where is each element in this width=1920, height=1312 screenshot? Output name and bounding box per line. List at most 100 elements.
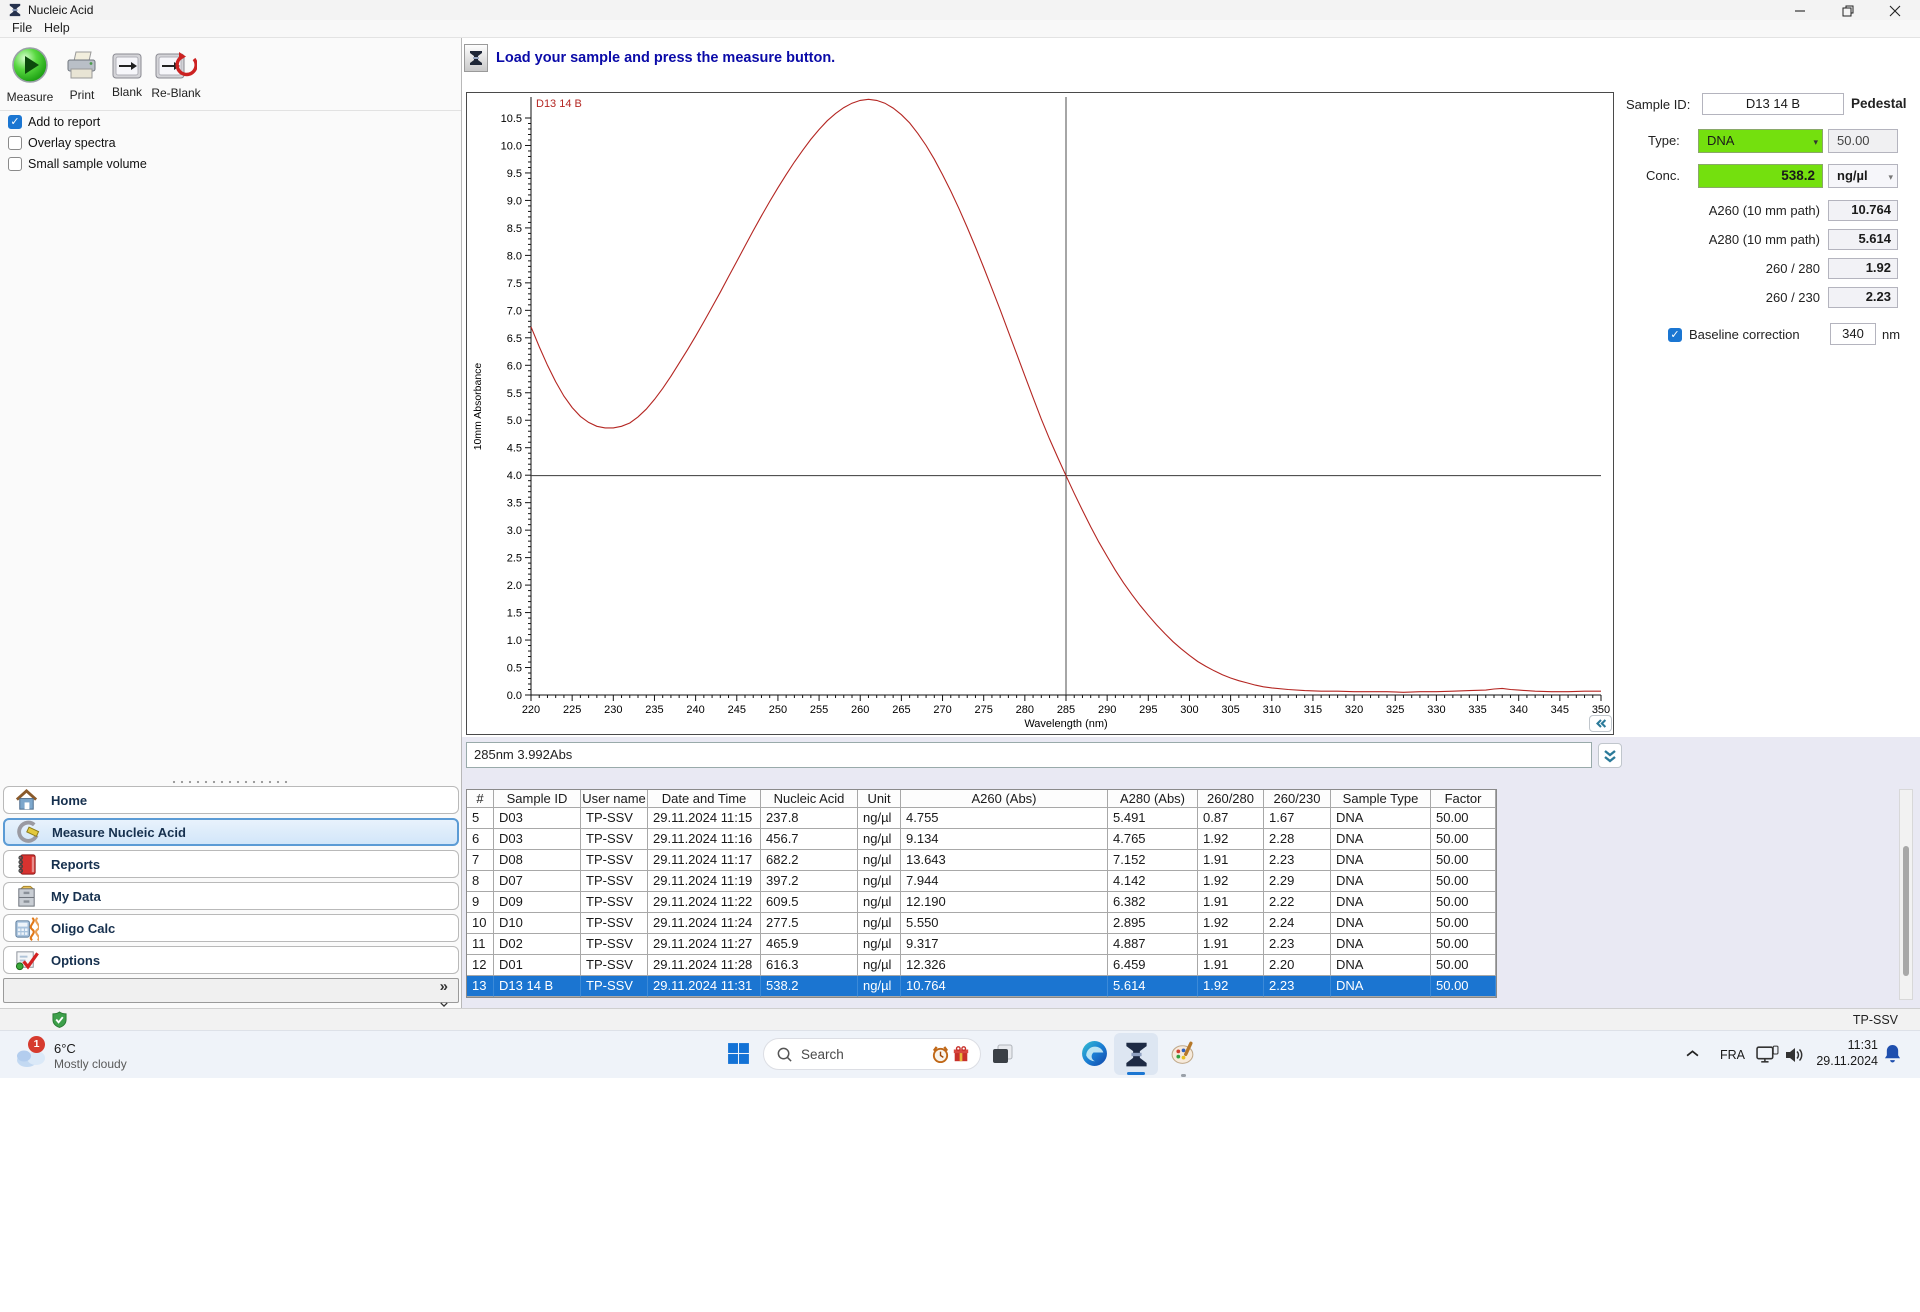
sample-id-label: Sample ID: [1626, 97, 1691, 112]
print-button[interactable]: Print [60, 50, 104, 102]
sidebar-item-reports[interactable]: Reports [3, 850, 459, 878]
table-cell: DNA [1331, 976, 1431, 997]
weather-widget[interactable]: 1 6°C Mostly cloudy [14, 1036, 144, 1076]
svg-text:235: 235 [645, 704, 663, 716]
svg-text:10mm Absorbance: 10mm Absorbance [472, 363, 484, 451]
table-cell: DNA [1331, 892, 1431, 913]
table-cell: 50.00 [1431, 976, 1496, 997]
option-add-to-report[interactable]: ✓ Add to report [8, 114, 100, 130]
column-header[interactable]: # [467, 790, 494, 808]
checkbox[interactable] [8, 136, 22, 150]
close-button[interactable] [1880, 2, 1910, 19]
column-header[interactable]: Nucleic Acid [761, 790, 858, 808]
type-select[interactable]: DNA ▾ [1698, 129, 1823, 153]
table-scrollbar[interactable] [1899, 789, 1913, 1000]
measure-button[interactable]: Measure [4, 46, 56, 104]
column-header[interactable]: User name [581, 790, 648, 808]
measurement-value: 10.764 [1828, 200, 1898, 221]
menu-help[interactable]: Help [44, 21, 70, 35]
svg-text:225: 225 [563, 704, 581, 716]
sample-id-input[interactable]: D13 14 B [1702, 93, 1844, 115]
table-row[interactable]: 7 D08 TP-SSV 29.11.2024 11:17 682.2 ng/µl 13.6… [467, 850, 1496, 871]
blank-button[interactable]: Blank [106, 53, 148, 99]
column-header[interactable]: Date and Time [648, 790, 761, 808]
table-row[interactable]: 12 D01 TP-SSV 29.11.2024 11:28 616.3 ng/µl 12.… [467, 955, 1496, 976]
chevron-right-icon: » [439, 978, 448, 995]
spectrum-chart[interactable]: 220 225 230 235 240 245 250 255 260 265 270 275 280 2… [467, 93, 1613, 734]
notification-bell-icon[interactable] [1884, 1044, 1901, 1063]
table-cell: 6.382 [1108, 892, 1198, 913]
table-cell: 50.00 [1431, 934, 1496, 955]
current-user: TP-SSV [1852, 1013, 1898, 1027]
scrollbar-thumb[interactable] [1903, 846, 1909, 976]
svg-text:275: 275 [975, 704, 993, 716]
svg-text:Wavelength (nm): Wavelength (nm) [1024, 718, 1107, 730]
table-cell: 2.23 [1264, 850, 1331, 871]
oligo-calc-icon [14, 915, 40, 941]
reblank-button[interactable]: Re-Blank [150, 52, 202, 100]
taskbar-search[interactable]: Search [763, 1038, 981, 1070]
table-cell: 50.00 [1431, 913, 1496, 934]
column-header[interactable]: Sample Type [1331, 790, 1431, 808]
checkbox[interactable] [8, 157, 22, 171]
restore-button[interactable] [1833, 2, 1863, 19]
svg-text:320: 320 [1345, 704, 1363, 716]
menubar: File Help [0, 20, 1920, 38]
checkbox[interactable]: ✓ [8, 115, 22, 129]
sidebar-expander-button[interactable]: » [440, 979, 448, 1011]
collapse-left-button[interactable] [1589, 715, 1612, 732]
splitter-handle[interactable] [170, 780, 292, 784]
instrument-icon [464, 44, 488, 72]
table-row[interactable]: 13 D13 14 B TP-SSV 29.11.2024 11:31 538.2 ng/… [467, 976, 1496, 997]
table-row[interactable]: 9 D09 TP-SSV 29.11.2024 11:22 609.5 ng/µl 12.1… [467, 892, 1496, 913]
table-cell: 1.92 [1198, 871, 1264, 892]
column-header[interactable]: Sample ID [494, 790, 581, 808]
option-small-sample-volume[interactable]: Small sample volume [8, 156, 147, 172]
menu-file[interactable]: File [12, 21, 32, 35]
table-cell: 2.28 [1264, 829, 1331, 850]
tray-chevron-up-icon[interactable] [1686, 1049, 1699, 1058]
sidebar-item-options[interactable]: Options [3, 946, 459, 974]
start-button[interactable] [726, 1041, 751, 1066]
taskbar-clock[interactable]: 11:31 29.11.2024 [1798, 1037, 1878, 1069]
table-row[interactable]: 11 D02 TP-SSV 29.11.2024 11:27 465.9 ng/µl 9.3… [467, 934, 1496, 955]
unit-select[interactable]: ng/µl ▾ [1828, 164, 1898, 188]
table-row[interactable]: 8 D07 TP-SSV 29.11.2024 11:19 397.2 ng/µl 7.94… [467, 871, 1496, 892]
collapse-down-button[interactable] [1598, 743, 1622, 768]
task-view-button[interactable] [990, 1041, 1016, 1067]
language-indicator[interactable]: FRA [1720, 1048, 1745, 1062]
table-row[interactable]: 10 D10 TP-SSV 29.11.2024 11:24 277.5 ng/µl 5.5… [467, 913, 1496, 934]
column-header[interactable]: A280 (Abs) [1108, 790, 1198, 808]
column-header[interactable]: Unit [858, 790, 901, 808]
table-cell: 616.3 [761, 955, 858, 976]
table-row[interactable]: 6 D03 TP-SSV 29.11.2024 11:16 456.7 ng/µl 9.13… [467, 829, 1496, 850]
checkbox-label: Overlay spectra [28, 136, 116, 150]
nucleic-acid-taskbar-button[interactable] [1114, 1033, 1158, 1075]
svg-text:5.0: 5.0 [507, 415, 522, 427]
baseline-wavelength-input[interactable]: 340 [1830, 323, 1876, 345]
svg-text:8.5: 8.5 [507, 223, 522, 235]
option-overlay-spectra[interactable]: Overlay spectra [8, 135, 116, 151]
edge-browser-icon[interactable] [1081, 1040, 1108, 1067]
network-icon[interactable] [1756, 1045, 1779, 1064]
svg-text:9.5: 9.5 [507, 168, 522, 180]
paint-app-icon[interactable] [1170, 1040, 1197, 1067]
concentration-value: 538.2 [1698, 164, 1823, 188]
table-cell: D13 14 B [494, 976, 581, 997]
sidebar-item-home[interactable]: Home [3, 786, 459, 814]
column-header[interactable]: 260/280 [1198, 790, 1264, 808]
sidebar-item-oligo-calc[interactable]: Oligo Calc [3, 914, 459, 942]
column-header[interactable]: A260 (Abs) [901, 790, 1108, 808]
table-row[interactable]: 5 D03 TP-SSV 29.11.2024 11:15 237.8 ng/µl 4.75… [467, 808, 1496, 829]
sidebar-item-my-data[interactable]: My Data [3, 882, 459, 910]
baseline-correction-checkbox[interactable]: ✓ [1668, 327, 1682, 342]
minimize-button[interactable] [1785, 2, 1815, 19]
sidebar-item-measure-nucleic-acid[interactable]: Measure Nucleic Acid [3, 818, 459, 846]
table-cell: DNA [1331, 808, 1431, 829]
table-cell: 50.00 [1431, 829, 1496, 850]
table-cell: ng/µl [858, 829, 901, 850]
column-header[interactable]: 260/230 [1264, 790, 1331, 808]
svg-text:10.5: 10.5 [501, 113, 522, 125]
table-cell: 1.92 [1198, 829, 1264, 850]
column-header[interactable]: Factor [1431, 790, 1496, 808]
